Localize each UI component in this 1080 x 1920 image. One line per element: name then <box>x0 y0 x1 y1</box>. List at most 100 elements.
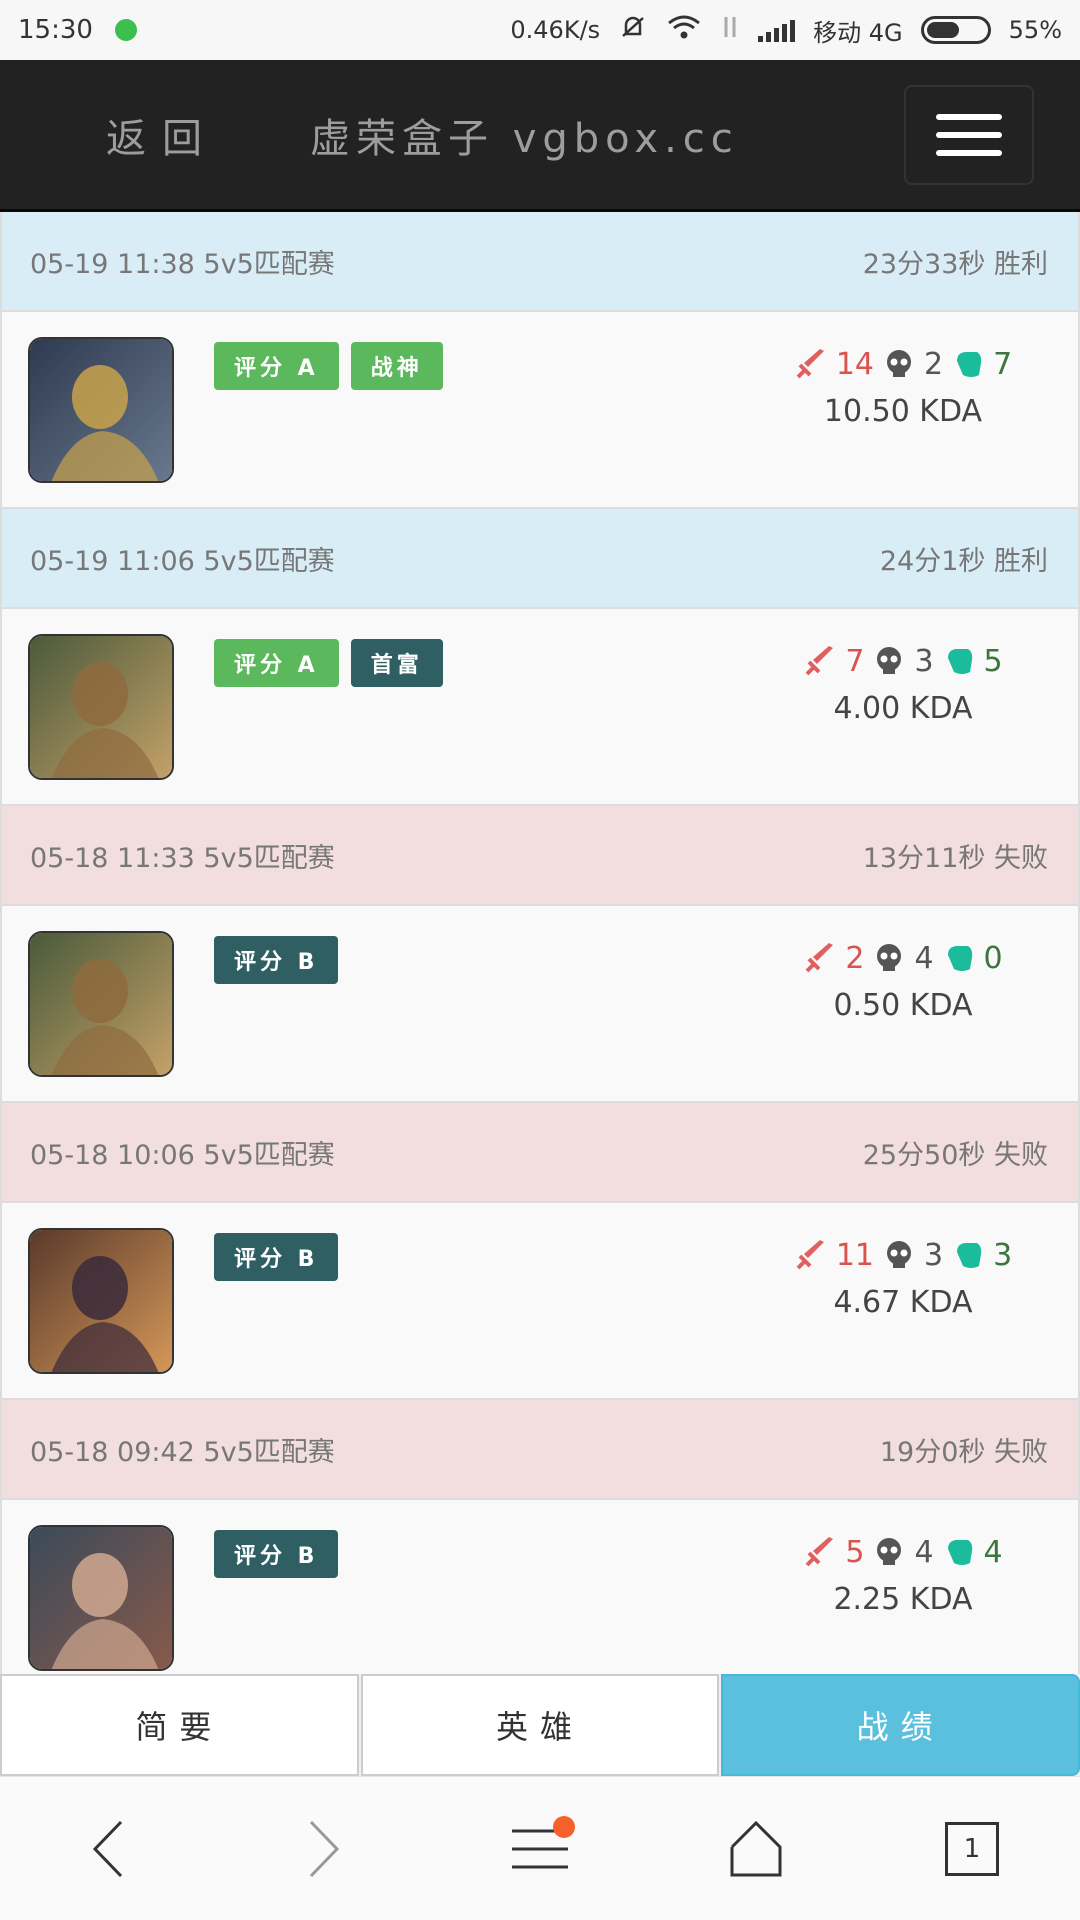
hero-portrait-gunslinger[interactable] <box>28 1525 174 1671</box>
match-detail-row[interactable]: 评分 A 战神 14 2 7 10.50 KDA <box>0 312 1080 509</box>
hero-portrait-armored-warrior[interactable] <box>28 337 174 483</box>
signal-icon <box>758 18 796 42</box>
match-detail-row[interactable]: 评分 B 11 3 3 4.67 KDA <box>0 1203 1080 1400</box>
kda-value: 10.50 KDA <box>823 394 983 429</box>
assists-count: 7 <box>993 346 1013 382</box>
assists-count: 4 <box>983 1534 1003 1570</box>
tab-records[interactable]: 战绩 <box>721 1674 1080 1776</box>
match-header[interactable]: 05-19 11:38 5v5匹配赛 23分33秒 胜利 <box>0 212 1080 312</box>
match-detail-row[interactable]: 评分 B 2 4 0 0.50 KDA <box>0 906 1080 1103</box>
sword-icon <box>805 943 834 973</box>
match-header[interactable]: 05-19 11:06 5v5匹配赛 24分1秒 胜利 <box>0 509 1080 609</box>
deaths-count: 2 <box>924 346 944 382</box>
match-header[interactable]: 05-18 09:42 5v5匹配赛 19分0秒 失败 <box>0 1400 1080 1500</box>
tab-summary[interactable]: 简要 <box>0 1674 359 1776</box>
match-datetime-mode: 05-18 10:06 5v5匹配赛 <box>30 1139 335 1171</box>
section-tabs: 简要 英雄 战绩 <box>0 1674 1080 1776</box>
hero-portrait-horned-warrior[interactable] <box>28 1228 174 1374</box>
tab-heroes[interactable]: 英雄 <box>360 1674 720 1776</box>
battery-percent: 55% <box>1008 16 1062 44</box>
badge-group: 评分 B <box>214 1233 339 1281</box>
brand-title[interactable]: 虚荣盒子 vgbox.cc <box>310 106 739 164</box>
kda-value: 0.50 KDA <box>833 988 973 1023</box>
deaths-count: 4 <box>914 940 934 976</box>
hamburger-menu-button[interactable] <box>904 85 1034 185</box>
back-link[interactable]: 返回 <box>106 106 218 164</box>
match-datetime-mode: 05-19 11:38 5v5匹配赛 <box>30 248 335 280</box>
forward-arrow-icon[interactable] <box>269 1794 379 1904</box>
hero-portrait-brawler[interactable] <box>28 931 174 1077</box>
match-detail-row[interactable]: 评分 B 5 4 4 2.25 KDA <box>0 1500 1080 1697</box>
battery-icon <box>920 16 991 44</box>
assists-count: 3 <box>993 1237 1013 1273</box>
match-datetime-mode: 05-18 11:33 5v5匹配赛 <box>30 842 335 874</box>
status-bar: 15:30 0.46K/s 移动 4G 55% <box>0 0 1080 60</box>
match-stats: 11 3 3 4.67 KDA <box>788 1233 1018 1320</box>
sword-icon <box>796 1240 824 1270</box>
match-stats: 5 4 4 2.25 KDA <box>788 1530 1018 1617</box>
match-duration-result: 19分0秒 失败 <box>879 1436 1048 1468</box>
kills-count: 2 <box>845 940 865 976</box>
data-transfer-icon <box>720 13 740 47</box>
hero-portrait-brawler[interactable] <box>28 634 174 780</box>
hamburger-line <box>936 150 1002 156</box>
assists-count: 0 <box>983 940 1003 976</box>
back-arrow-icon[interactable] <box>53 1794 163 1904</box>
kills-count: 7 <box>845 643 865 679</box>
kills-count: 5 <box>845 1534 865 1570</box>
badge-group: 评分 B <box>214 1530 339 1578</box>
match-datetime-mode: 05-19 11:06 5v5匹配赛 <box>30 545 335 577</box>
tabs-button[interactable]: 1 <box>917 1794 1027 1904</box>
rating-badge: 首富 <box>350 639 443 687</box>
hand-assist-icon <box>947 649 972 674</box>
match-header[interactable]: 05-18 11:33 5v5匹配赛 13分11秒 失败 <box>0 806 1080 906</box>
hand-assist-icon <box>947 946 972 971</box>
skull-icon <box>877 647 902 674</box>
badge-group: 评分 A 战神 <box>214 342 443 390</box>
sword-icon <box>796 349 824 379</box>
rating-badge: 评分 B <box>214 1233 339 1281</box>
hamburger-line <box>936 132 1002 138</box>
badge-group: 评分 A 首富 <box>214 639 443 687</box>
kills-count: 11 <box>835 1237 874 1273</box>
skull-icon <box>887 350 911 377</box>
hand-assist-icon <box>957 1243 982 1268</box>
match-duration-result: 24分1秒 胜利 <box>879 545 1048 577</box>
menu-icon[interactable] <box>485 1794 595 1904</box>
top-navbar: 返回 虚荣盒子 vgbox.cc <box>0 60 1080 212</box>
carrier-label: 移动 4G <box>813 18 903 47</box>
kda-value: 4.00 KDA <box>833 691 973 726</box>
badge-group: 评分 B <box>214 936 339 984</box>
rating-badge: 评分 B <box>214 1530 339 1578</box>
deaths-count: 4 <box>914 1534 934 1570</box>
rating-badge: 评分 A <box>214 342 339 390</box>
hand-assist-icon <box>957 352 982 377</box>
status-time: 15:30 <box>18 15 93 45</box>
match-duration-result: 13分11秒 失败 <box>862 842 1048 874</box>
skull-icon <box>877 1538 902 1565</box>
android-app-icon <box>114 19 137 41</box>
skull-icon <box>887 1241 911 1268</box>
match-stats: 14 2 7 10.50 KDA <box>788 342 1018 429</box>
sword-icon <box>805 1537 834 1567</box>
rating-badge: 评分 A <box>214 639 339 687</box>
wifi-icon <box>666 13 702 47</box>
browser-toolbar: 1 <box>0 1776 1080 1920</box>
match-datetime-mode: 05-18 09:42 5v5匹配赛 <box>30 1436 335 1468</box>
match-header[interactable]: 05-18 10:06 5v5匹配赛 25分50秒 失败 <box>0 1103 1080 1203</box>
match-detail-row[interactable]: 评分 A 首富 7 3 5 4.00 KDA <box>0 609 1080 806</box>
match-stats: 2 4 0 0.50 KDA <box>788 936 1018 1023</box>
match-stats: 7 3 5 4.00 KDA <box>788 639 1018 726</box>
home-icon[interactable] <box>701 1794 811 1904</box>
kills-count: 14 <box>835 346 874 382</box>
sword-icon <box>805 646 834 676</box>
skull-icon <box>877 944 902 971</box>
assists-count: 5 <box>983 643 1003 679</box>
notification-dot <box>553 1815 575 1838</box>
rating-badge: 战神 <box>350 342 443 390</box>
deaths-count: 3 <box>914 643 934 679</box>
match-duration-result: 23分33秒 胜利 <box>862 248 1048 280</box>
rating-badge: 评分 B <box>214 936 339 984</box>
kda-value: 2.25 KDA <box>833 1582 973 1617</box>
match-duration-result: 25分50秒 失败 <box>862 1139 1048 1171</box>
